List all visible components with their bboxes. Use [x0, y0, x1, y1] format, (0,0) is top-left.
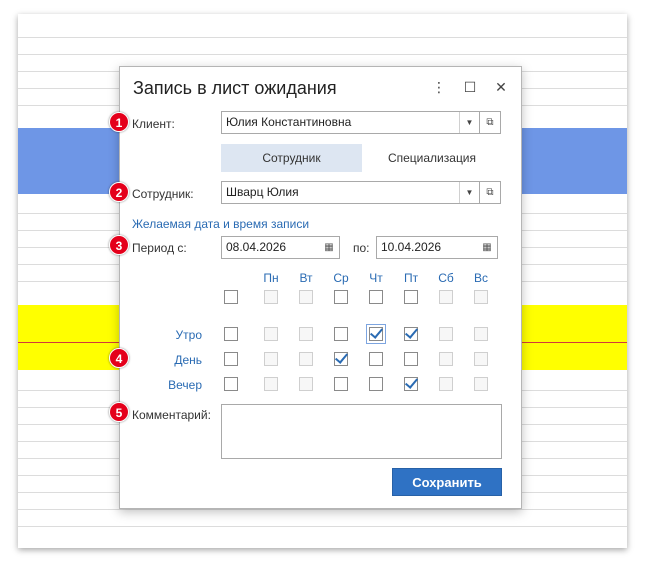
tab-employee[interactable]: Сотрудник	[221, 144, 362, 172]
slot-checkbox[interactable]	[334, 327, 348, 341]
slot-checkbox[interactable]	[299, 327, 313, 341]
day-header-fri: Пт	[403, 271, 419, 285]
day-header-thu: Чт	[369, 271, 383, 285]
select-all-checkbox[interactable]	[224, 290, 238, 304]
desired-date-link[interactable]: Желаемая дата и время записи	[132, 217, 309, 231]
calendar-icon[interactable]: ▦	[477, 237, 497, 258]
slot-checkbox[interactable]	[369, 352, 383, 366]
slot-checkbox[interactable]	[264, 377, 278, 391]
close-icon[interactable]: ✕	[493, 79, 509, 95]
slot-checkbox[interactable]	[404, 377, 418, 391]
tab-specialization[interactable]: Специализация	[362, 144, 502, 172]
slot-checkbox[interactable]	[404, 327, 418, 341]
row-label-morning: Утро	[175, 328, 202, 342]
row-label-evening: Вечер	[168, 378, 202, 392]
day-checkbox-wed[interactable]	[334, 290, 348, 304]
employee-dropdown-chevron-icon[interactable]: ▼	[459, 182, 479, 203]
callout-badge-5: 5	[109, 402, 129, 422]
row-checkbox-morning[interactable]	[224, 327, 238, 341]
employee-open-icon[interactable]: ⧉	[479, 181, 501, 204]
slot-checkbox[interactable]	[369, 327, 383, 341]
client-label: Клиент:	[132, 117, 175, 131]
period-to-field[interactable]: 10.04.2026 ▦	[376, 236, 498, 259]
maximize-icon[interactable]: ☐	[462, 79, 478, 95]
sheet-row-line	[18, 54, 627, 55]
employee-label: Сотрудник:	[132, 187, 194, 201]
more-menu-icon[interactable]: ⋮	[431, 79, 447, 95]
day-header-sat: Сб	[438, 271, 454, 285]
save-button[interactable]: Сохранить	[392, 468, 502, 496]
period-to-value: 10.04.2026	[381, 240, 442, 254]
dialog-title: Запись в лист ожидания	[133, 78, 337, 98]
slot-checkbox[interactable]	[439, 327, 453, 341]
callout-badge-1: 1	[109, 112, 129, 132]
day-checkbox-fri[interactable]	[404, 290, 418, 304]
day-header-tue: Вт	[299, 271, 313, 285]
callout-badge-2: 2	[109, 182, 129, 202]
sheet-row-line	[18, 509, 627, 510]
day-header-mon: Пн	[263, 271, 279, 285]
period-from-label: Период с:	[132, 241, 187, 255]
slot-checkbox[interactable]	[264, 327, 278, 341]
slot-checkbox[interactable]	[369, 377, 383, 391]
employee-field[interactable]: Шварц Юлия ▼	[221, 181, 480, 204]
day-header-sun: Вс	[473, 271, 488, 285]
slot-checkbox[interactable]	[334, 352, 348, 366]
slot-checkbox[interactable]	[299, 352, 313, 366]
client-dropdown-chevron-icon[interactable]: ▼	[459, 112, 479, 133]
sheet-row-line	[18, 37, 627, 38]
slot-checkbox[interactable]	[439, 377, 453, 391]
slot-checkbox[interactable]	[334, 377, 348, 391]
day-checkbox-sun[interactable]	[474, 290, 488, 304]
day-checkbox-tue[interactable]	[299, 290, 313, 304]
period-from-value: 08.04.2026	[226, 240, 287, 254]
callout-badge-3: 3	[109, 235, 129, 255]
slot-checkbox[interactable]	[264, 352, 278, 366]
client-field[interactable]: Юлия Константиновна ▼	[221, 111, 480, 134]
slot-checkbox[interactable]	[404, 352, 418, 366]
period-to-label: по:	[353, 241, 370, 255]
employee-value: Шварц Юлия	[226, 185, 299, 199]
day-checkbox-thu[interactable]	[369, 290, 383, 304]
period-from-field[interactable]: 08.04.2026 ▦	[221, 236, 340, 259]
row-checkbox-evening[interactable]	[224, 377, 238, 391]
slot-checkbox[interactable]	[474, 352, 488, 366]
comment-textarea[interactable]	[221, 404, 502, 459]
comment-label: Комментарий:	[132, 408, 211, 422]
row-label-day: День	[174, 353, 202, 367]
slot-checkbox[interactable]	[299, 377, 313, 391]
client-value: Юлия Константиновна	[226, 115, 352, 129]
waitlist-dialog: Запись в лист ожидания ⋮ ☐ ✕ Клиент: Юли…	[119, 66, 522, 509]
day-header-wed: Ср	[333, 271, 349, 285]
calendar-icon[interactable]: ▦	[319, 237, 339, 258]
sheet-row-line	[18, 526, 627, 527]
slot-checkbox[interactable]	[474, 377, 488, 391]
client-open-icon[interactable]: ⧉	[479, 111, 501, 134]
day-checkbox-sat[interactable]	[439, 290, 453, 304]
callout-badge-4: 4	[109, 348, 129, 368]
row-checkbox-day[interactable]	[224, 352, 238, 366]
slot-checkbox[interactable]	[439, 352, 453, 366]
day-checkbox-mon[interactable]	[264, 290, 278, 304]
slot-checkbox[interactable]	[474, 327, 488, 341]
